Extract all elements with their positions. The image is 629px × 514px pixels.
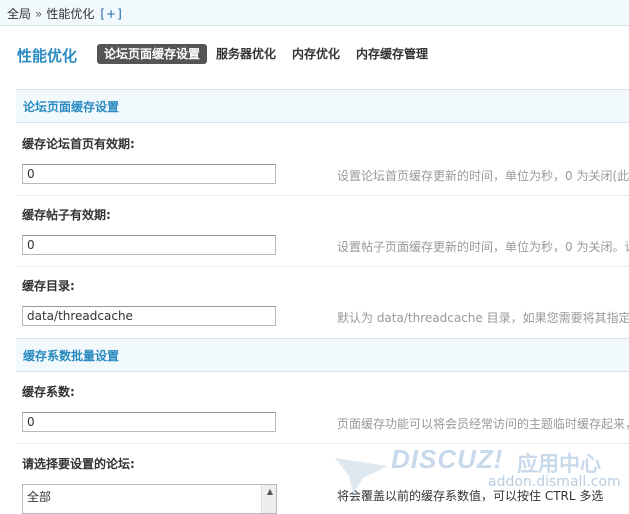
page-title: 性能优化 (17, 47, 78, 65)
tab-memory-optimize[interactable]: 内存优化 (285, 44, 347, 64)
watermark: DISCUZ! 应用中心 addon.dismall.com (333, 440, 629, 502)
tab-page-cache[interactable]: 论坛页面缓存设置 (97, 44, 208, 64)
field-label-thread-cache: 缓存帖子有效期: (22, 208, 111, 222)
watermark-url: addon.dismall.com (488, 474, 621, 490)
breadcrumb: 全局 » 性能优化 [+] (7, 5, 123, 22)
breadcrumb-bar: 全局 » 性能优化 [+] (0, 0, 629, 26)
cache-dir-input[interactable] (22, 306, 276, 326)
watermark-brand: DISCUZ! (391, 444, 504, 474)
field-label-cache-dir: 缓存目录: (22, 279, 75, 293)
thread-cache-hint: 设置帖子页面缓存更新的时间，单位为秒，0 为关闭。请 (337, 240, 629, 254)
field-label-index-cache: 缓存论坛首页有效期: (22, 137, 135, 151)
feather-icon (335, 458, 388, 494)
cache-coef-input[interactable] (22, 412, 276, 432)
field-label-forum-select: 请选择要设置的论坛: (22, 457, 135, 471)
row-divider (16, 195, 629, 196)
tab-server-optimize[interactable]: 服务器优化 (209, 44, 283, 64)
section-header-batch-coef: 缓存系数批量设置 (16, 338, 629, 372)
forum-option[interactable]: 全部 (27, 488, 51, 505)
add-shortcut-button[interactable]: [+] (100, 7, 122, 21)
section-header-page-cache: 论坛页面缓存设置 (16, 89, 629, 123)
cache-dir-hint: 默认为 data/threadcache 目录，如果您需要将其指定 (337, 311, 629, 325)
section-title: 论坛页面缓存设置 (23, 100, 120, 114)
scroll-up-icon[interactable]: ▲ (267, 487, 273, 496)
forum-multiselect[interactable]: 全部 ▲ (22, 484, 277, 514)
thread-cache-input[interactable] (22, 235, 276, 255)
index-cache-hint: 设置论坛首页缓存更新的时间，单位为秒，0 为关闭(此 (337, 169, 629, 183)
tab-bar: 论坛页面缓存设置 服务器优化 内存优化 内存缓存管理 (97, 44, 437, 64)
index-cache-input[interactable] (22, 164, 276, 184)
row-divider (16, 266, 629, 267)
breadcrumb-root[interactable]: 全局 (7, 7, 31, 21)
breadcrumb-separator: » (35, 7, 43, 21)
section-title: 缓存系数批量设置 (23, 349, 120, 363)
tab-memory-cache-manage[interactable]: 内存缓存管理 (349, 44, 435, 64)
breadcrumb-current: 性能优化 (46, 7, 95, 21)
cache-coef-hint: 页面缓存功能可以将会员经常访问的主题临时缓存起来， (337, 417, 629, 431)
scrollbar[interactable]: ▲ (261, 485, 276, 513)
field-label-cache-coef: 缓存系数: (22, 385, 75, 399)
